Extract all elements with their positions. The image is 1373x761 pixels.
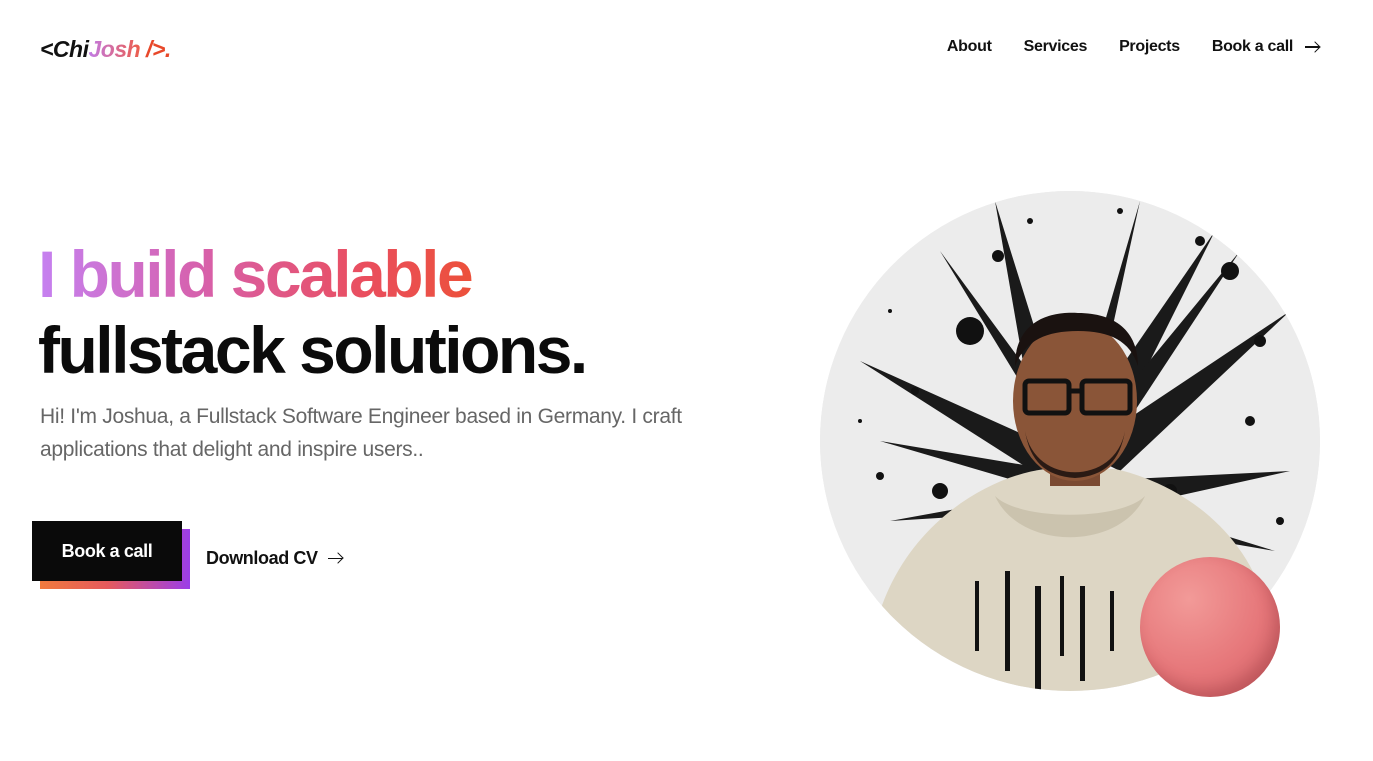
logo-part-josh: Josh	[88, 36, 141, 62]
headline-gradient-line: I build scalable	[38, 236, 586, 312]
nav-about[interactable]: About	[947, 38, 992, 56]
nav-book-call-label: Book a call	[1211, 38, 1293, 55]
download-cv-link[interactable]: Download CV	[206, 548, 344, 569]
logo-part-close: />.	[140, 36, 171, 62]
nav-book-call[interactable]: Book a call	[1212, 38, 1321, 56]
logo-part-chi: <Chi	[40, 36, 89, 62]
arrow-right-icon	[1305, 41, 1321, 53]
main-nav: About Services Projects Book a call	[947, 38, 1321, 56]
hero-headline: I build scalable fullstack solutions.	[38, 236, 588, 388]
book-call-button[interactable]: Book a call	[32, 521, 182, 581]
hero-intro: Hi! I'm Joshua, a Fullstack Software Eng…	[40, 405, 682, 461]
nav-projects[interactable]: Projects	[1119, 38, 1180, 56]
arrow-right-icon	[327, 553, 344, 565]
book-call-button-wrapper: Book a call	[32, 521, 192, 591]
headline-dark-line: fullstack solutions.	[38, 313, 588, 387]
decorative-pink-sphere	[1140, 557, 1280, 697]
download-cv-label: Download CV	[206, 548, 318, 568]
site-logo[interactable]: <ChiJosh />.	[40, 36, 171, 63]
nav-services[interactable]: Services	[1024, 38, 1088, 56]
